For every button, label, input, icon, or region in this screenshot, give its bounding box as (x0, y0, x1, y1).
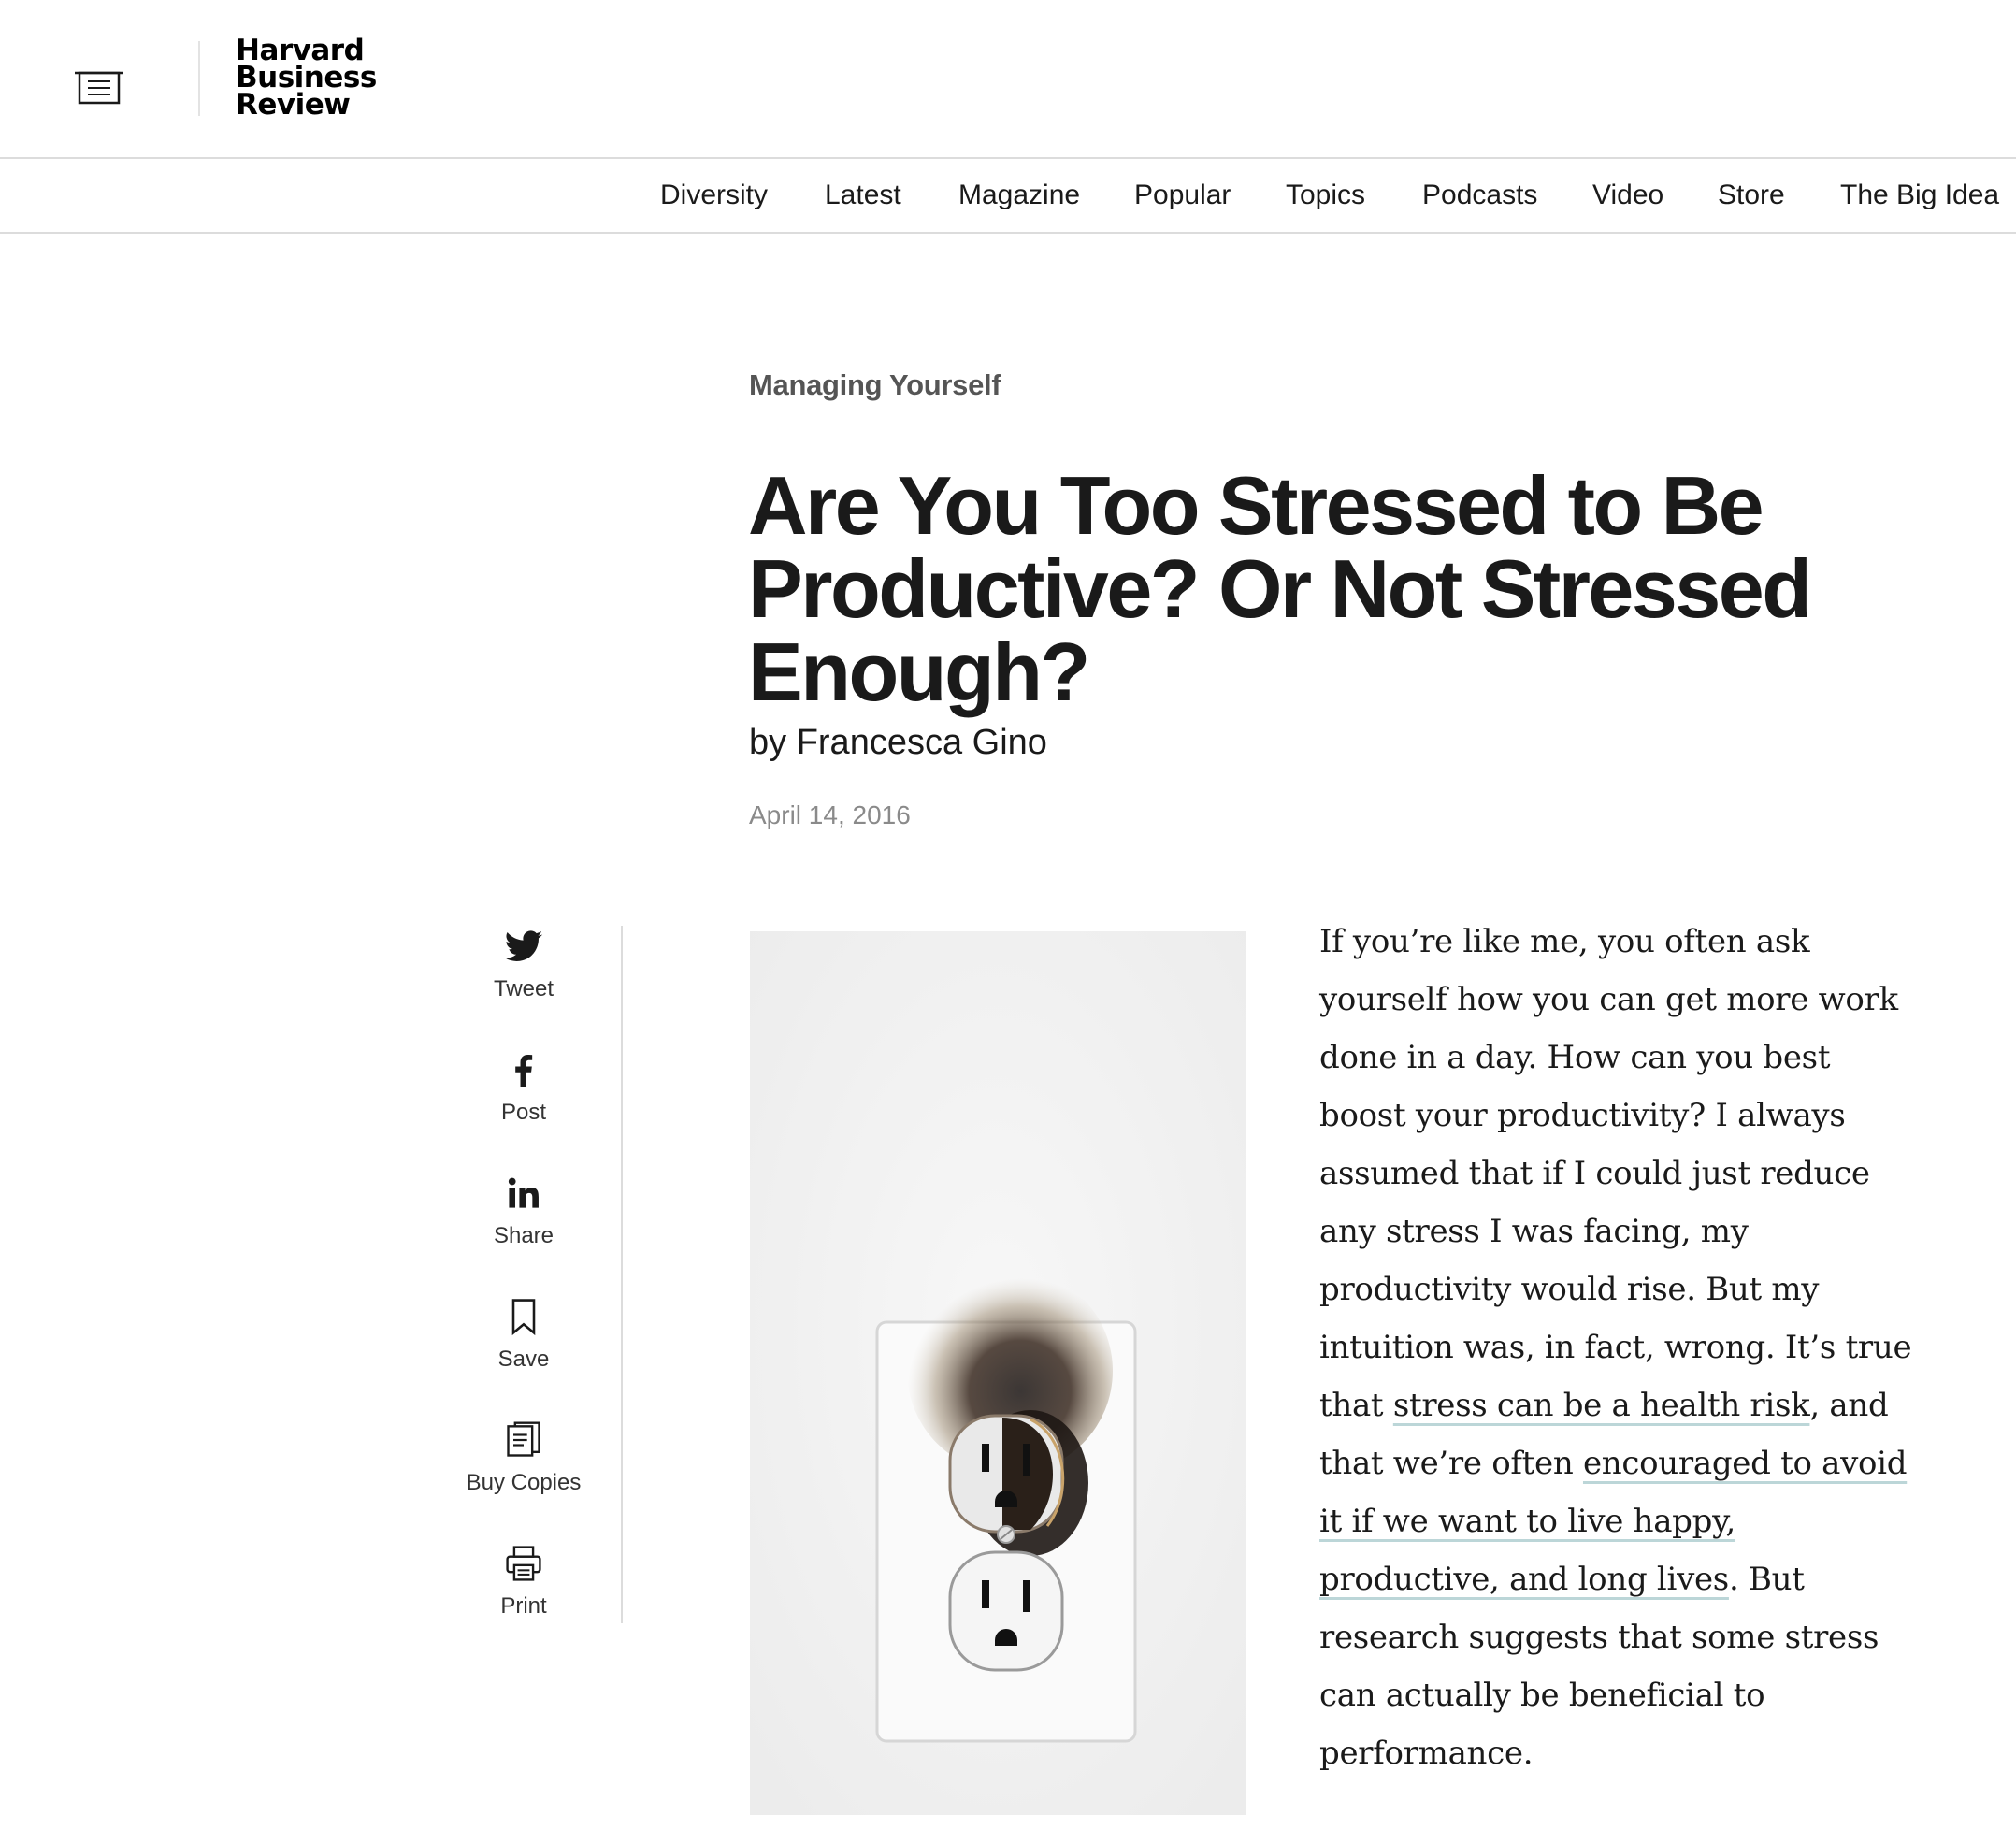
facebook-icon (515, 1055, 533, 1087)
nav-item-diversity[interactable]: Diversity (660, 180, 768, 211)
article-hero-image (750, 931, 1246, 1815)
buy-copies-button[interactable]: Buy Copies (449, 1419, 598, 1496)
bookmark-icon (511, 1299, 536, 1336)
print-button[interactable]: Print (449, 1543, 598, 1620)
save-button[interactable]: Save (449, 1296, 598, 1373)
nav-item-popular[interactable]: Popular (1134, 180, 1231, 211)
main-nav: Diversity Latest Magazine Popular Topics… (0, 159, 2016, 234)
header-divider (198, 41, 200, 116)
menu-icon[interactable] (75, 68, 123, 108)
nav-item-magazine[interactable]: Magazine (958, 180, 1080, 211)
body-text-segment: If you’re like me, you often ask yoursel… (1319, 923, 1912, 1424)
hbr-logo[interactable]: Harvard Business Review (236, 36, 377, 122)
linkedin-share-button[interactable]: Share (449, 1173, 598, 1249)
nav-item-the-big-idea[interactable]: The Big Idea (1840, 180, 1999, 211)
share-rail-divider (621, 926, 623, 1623)
tweet-button[interactable]: Tweet (449, 926, 598, 1002)
post-label: Post (500, 1100, 547, 1125)
linkedin-icon (508, 1177, 539, 1208)
nav-item-video[interactable]: Video (1592, 180, 1663, 211)
site-header: Harvard Business Review (0, 0, 2016, 159)
article-title: Are You Too Stressed to Be Productive? O… (748, 459, 1812, 718)
nav-item-store[interactable]: Store (1718, 180, 1785, 211)
save-label: Save (497, 1347, 550, 1372)
burnt-outlet-icon (750, 931, 1246, 1815)
article-date: April 14, 2016 (749, 800, 911, 829)
twitter-icon (504, 930, 543, 961)
link-stress-health-risk[interactable]: stress can be a health risk (1393, 1387, 1810, 1424)
article-intro-paragraph: If you’re like me, you often ask yoursel… (1319, 913, 1918, 1782)
print-label: Print (500, 1593, 547, 1619)
logo-line: Review (236, 88, 351, 122)
printer-icon (506, 1546, 541, 1581)
article-byline[interactable]: by Francesca Gino (749, 723, 1047, 763)
document-copies-icon (507, 1421, 540, 1457)
tweet-label: Tweet (493, 976, 554, 1001)
article-category[interactable]: Managing Yourself (749, 368, 1001, 402)
nav-item-latest[interactable]: Latest (825, 180, 901, 211)
buy-copies-label: Buy Copies (466, 1470, 582, 1495)
nav-item-topics[interactable]: Topics (1286, 180, 1365, 211)
nav-item-podcasts[interactable]: Podcasts (1422, 180, 1537, 211)
post-button[interactable]: Post (449, 1049, 598, 1126)
share-label: Share (493, 1223, 554, 1248)
